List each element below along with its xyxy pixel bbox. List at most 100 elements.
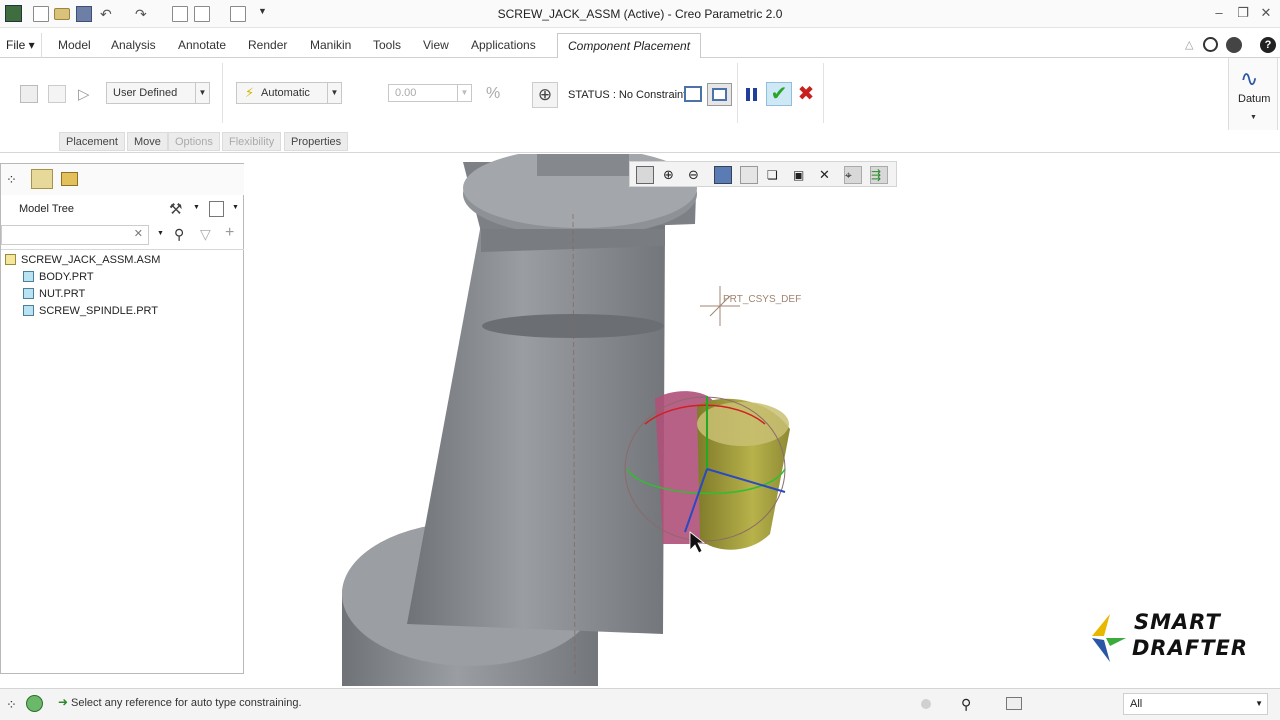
close-icon[interactable]: ✕ bbox=[1259, 6, 1273, 20]
windows-icon[interactable] bbox=[194, 6, 210, 22]
constraint-set-select[interactable]: User Defined ▼ bbox=[106, 82, 210, 104]
accept-button[interactable]: ✔ bbox=[766, 82, 792, 106]
csys-icon[interactable] bbox=[700, 286, 740, 326]
csys-placement-icon[interactable]: ⊕ bbox=[532, 82, 558, 108]
pause-button[interactable] bbox=[743, 86, 759, 102]
logo-mark-icon bbox=[1092, 614, 1126, 662]
constraint-type-label: Automatic bbox=[261, 87, 310, 99]
tab-applications[interactable]: Applications bbox=[465, 33, 542, 58]
chevron-down-icon[interactable]: ▼ bbox=[157, 230, 164, 237]
subtab-options[interactable]: Options bbox=[168, 132, 220, 151]
divider bbox=[823, 63, 824, 123]
search-icon[interactable] bbox=[1203, 37, 1218, 52]
saved-orientations-icon[interactable]: ❏ bbox=[766, 166, 784, 184]
window-title: SCREW_JACK_ASSM (Active) - Creo Parametr… bbox=[497, 7, 783, 21]
navigator-toggle-icon[interactable]: ⁘ bbox=[6, 697, 17, 713]
subtab-flexibility[interactable]: Flexibility bbox=[222, 132, 282, 151]
separate-window-icon[interactable] bbox=[684, 86, 702, 102]
tab-component-placement[interactable]: Component Placement bbox=[557, 33, 702, 59]
browser-toggle-icon[interactable] bbox=[26, 695, 43, 712]
subtab-properties[interactable]: Properties bbox=[284, 132, 349, 151]
cancel-button[interactable]: ✖ bbox=[796, 84, 816, 104]
datum-label: Datum bbox=[1238, 93, 1271, 105]
offset-input[interactable]: 0.00 ▼ bbox=[388, 84, 472, 102]
chevron-down-icon: ▼ bbox=[457, 85, 471, 101]
settings-icon[interactable]: ⚒ bbox=[169, 200, 182, 218]
csys-label: PRT_CSYS_DEF bbox=[723, 294, 801, 305]
refit-icon[interactable] bbox=[636, 166, 654, 184]
edit-icon[interactable] bbox=[20, 85, 38, 103]
tab-tools[interactable]: Tools bbox=[367, 33, 407, 58]
chevron-down-icon[interactable]: ▼ bbox=[193, 204, 200, 211]
view-toolbar: ⊕ ⊖ ❏ ▣ ✕ ⌖ ⇶ bbox=[629, 161, 897, 187]
tab-model[interactable]: Model bbox=[52, 33, 97, 58]
filter-icon[interactable]: ▽ bbox=[200, 226, 211, 243]
divider bbox=[737, 63, 738, 123]
customize-icon[interactable]: ▼ bbox=[258, 6, 274, 22]
graphics-window[interactable]: PRT_CSYS_DEF ⊕ ⊖ ❏ ▣ ✕ ⌖ ⇶ SMART DRAFTER bbox=[245, 154, 1280, 686]
repaint-icon[interactable] bbox=[714, 166, 732, 184]
minimize-ribbon-icon[interactable]: △ bbox=[1185, 38, 1193, 51]
tab-render[interactable]: Render bbox=[242, 33, 293, 58]
navigator-tabs: ⁘ bbox=[1, 164, 244, 195]
show-icon[interactable] bbox=[209, 201, 224, 217]
find-icon[interactable]: ⚲ bbox=[174, 226, 184, 243]
favorites-tab-icon[interactable] bbox=[61, 172, 78, 186]
app-icon[interactable] bbox=[5, 5, 22, 22]
minimize-icon[interactable]: – bbox=[1212, 6, 1226, 20]
tree-item-assembly[interactable]: SCREW_JACK_ASSM.ASM bbox=[5, 252, 160, 269]
close-window-icon[interactable] bbox=[230, 6, 246, 22]
model-tree-tab-icon[interactable]: ⁘ bbox=[6, 172, 17, 188]
redo-icon[interactable]: ↷ bbox=[135, 6, 151, 22]
zoom-out-icon[interactable]: ⊖ bbox=[687, 166, 705, 184]
flip-icon[interactable]: % bbox=[486, 85, 500, 103]
undo-icon[interactable]: ↶ bbox=[100, 6, 116, 22]
selection-filter-select[interactable]: All ▼ bbox=[1123, 693, 1268, 715]
add-icon[interactable]: + bbox=[225, 224, 234, 242]
annotation-display-icon[interactable]: ⇶ bbox=[870, 166, 888, 184]
view-manager-icon[interactable]: ▣ bbox=[792, 166, 810, 184]
tab-manikin[interactable]: Manikin bbox=[304, 33, 357, 58]
display-style-icon[interactable] bbox=[740, 166, 758, 184]
clear-icon[interactable]: ✕ bbox=[134, 227, 143, 240]
file-menu[interactable]: File ▾ bbox=[0, 33, 42, 58]
tab-annotate[interactable]: Annotate bbox=[172, 33, 232, 58]
constraint-type-select[interactable]: ⚡ Automatic ▼ bbox=[236, 82, 342, 104]
tree-item-label: NUT.PRT bbox=[39, 288, 86, 300]
assembly-window-icon[interactable] bbox=[707, 83, 732, 106]
zoom-in-icon[interactable]: ⊕ bbox=[662, 166, 680, 184]
tab-analysis[interactable]: Analysis bbox=[105, 33, 162, 58]
new-icon[interactable] bbox=[33, 6, 49, 22]
spin-center-icon[interactable]: ⌖ bbox=[844, 166, 862, 184]
status-message: Select any reference for auto type const… bbox=[71, 697, 302, 709]
chevron-down-icon: ▼ bbox=[195, 83, 209, 103]
logo-line-2: DRAFTER bbox=[1132, 636, 1249, 660]
tree-item-body[interactable]: BODY.PRT bbox=[23, 269, 94, 286]
folder-browser-tab-icon[interactable] bbox=[31, 169, 53, 189]
subtab-placement[interactable]: Placement bbox=[59, 132, 125, 151]
datum-display-icon[interactable]: ✕ bbox=[818, 166, 836, 184]
find-icon[interactable]: ⚲ bbox=[961, 696, 971, 713]
tree-item-screw-spindle[interactable]: SCREW_SPINDLE.PRT bbox=[23, 303, 158, 320]
subtab-move[interactable]: Move bbox=[127, 132, 168, 151]
sheet-icon[interactable] bbox=[48, 85, 66, 103]
offset-value: 0.00 bbox=[395, 87, 417, 99]
selection-buffer-icon[interactable] bbox=[1006, 697, 1022, 710]
tab-view[interactable]: View bbox=[417, 33, 455, 58]
chevron-down-icon[interactable]: ▼ bbox=[232, 204, 239, 211]
tree-item-nut[interactable]: NUT.PRT bbox=[23, 286, 85, 303]
open-icon[interactable] bbox=[54, 8, 70, 20]
model-viewport[interactable]: PRT_CSYS_DEF bbox=[245, 154, 1280, 686]
regenerate-icon[interactable] bbox=[172, 6, 188, 22]
save-icon[interactable] bbox=[76, 6, 92, 22]
datum-group[interactable]: ∿ Datum ▼ bbox=[1228, 58, 1278, 130]
body-part[interactable] bbox=[342, 154, 697, 686]
tree-search-input[interactable]: ✕ bbox=[1, 225, 149, 245]
title-bar: ↶ ↷ ▼ SCREW_JACK_ASSM (Active) - Creo Pa… bbox=[0, 0, 1280, 28]
assembly-icon bbox=[5, 254, 16, 265]
restore-icon[interactable]: ❐ bbox=[1236, 6, 1250, 20]
flag-icon[interactable]: ▷ bbox=[78, 85, 96, 103]
globe-icon[interactable] bbox=[1226, 37, 1242, 53]
nut-part[interactable] bbox=[655, 391, 790, 550]
help-icon[interactable]: ? bbox=[1260, 37, 1276, 53]
